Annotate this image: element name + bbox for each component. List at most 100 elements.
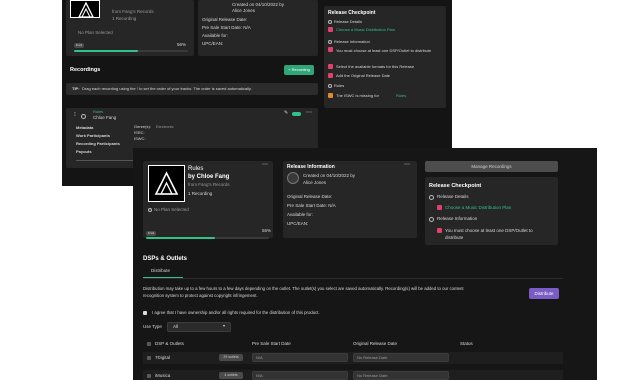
draft-badge: Draft — [146, 231, 156, 236]
more-icon[interactable]: ⋯ — [262, 162, 268, 168]
tip-text: Drag each recording using the ⁝ to set t… — [82, 86, 252, 91]
use-type-label: Use Type — [143, 324, 162, 329]
presale-date: Pre Sale Start Date: N/A — [202, 25, 251, 30]
orig-value: No Release Date — [357, 373, 388, 378]
rules-link[interactable]: Rules — [396, 94, 406, 98]
iswc-label: ISWC: — [134, 136, 146, 141]
row-checkbox[interactable] — [147, 374, 151, 378]
orig-date-warning: Add the Original Release Date — [336, 73, 391, 78]
error-icon — [437, 205, 442, 210]
tab-divider — [143, 278, 563, 279]
plan-status: No Plan Selected — [78, 30, 113, 35]
creator-name: Alice Jones — [232, 8, 256, 13]
iswc-warning: The ISWC is missing for — [336, 93, 379, 98]
outlet-name: 7Digital — [155, 355, 171, 360]
error-icon — [328, 73, 333, 78]
outlet-warning-line2: distribute — [445, 235, 464, 240]
progress-bar — [146, 237, 269, 239]
select-all-checkbox[interactable] — [147, 342, 151, 346]
error-icon — [437, 228, 442, 233]
orig-date: Original Release Date: — [202, 17, 248, 22]
check-icon — [328, 20, 332, 24]
choose-plan-link[interactable]: Choose a Music Distribution Plan — [336, 28, 395, 32]
rules-item: Rules — [334, 83, 345, 88]
release-artwork — [70, 0, 100, 18]
available-for: Available for: — [202, 33, 228, 38]
agree-text: I agree that I have ownership and/or all… — [152, 310, 320, 315]
recording-count: 1 Recording — [188, 191, 213, 196]
presale-date: Pre Sale Start Date: N/A — [287, 203, 336, 208]
check-icon — [429, 217, 434, 222]
creator-name: Alice Jones — [303, 180, 327, 185]
agree-checkbox[interactable] — [143, 311, 147, 315]
recording-count: 1 Recording — [112, 16, 137, 21]
drag-handle-icon[interactable]: ⁝ — [74, 112, 76, 118]
warning-icon — [328, 93, 333, 98]
created-text: Created on 04/10/2022 by — [232, 2, 285, 7]
toggle-switch[interactable] — [292, 112, 301, 116]
recording-artist: Chloe Fang — [93, 115, 117, 120]
outlet-warning-line1: You must choose at least one DSP/Outlet … — [445, 228, 533, 233]
checkpoint-details: Release Details — [437, 194, 469, 199]
add-recording-button[interactable]: + Recording — [284, 65, 314, 75]
metadata-tab[interactable]: Metadata — [76, 126, 93, 130]
release-label: from Fang's Records — [112, 9, 154, 14]
avatar — [287, 172, 299, 184]
checkpoint-info: Release Information — [437, 216, 478, 221]
distribution-note-line1: Distribution may take up to a few hours … — [143, 286, 464, 291]
error-icon — [328, 64, 333, 69]
choose-plan-link[interactable]: Choose a Music Distribution Plan — [445, 205, 511, 211]
presale-value: N/A — [256, 373, 263, 378]
front-window: Rules by Chloe Fang from Fang's Records … — [133, 148, 597, 380]
check-icon — [429, 195, 434, 200]
recording-participants-tab[interactable]: Recording Participants — [76, 142, 120, 146]
error-icon — [328, 27, 333, 32]
release-artist: by Chloe Fang — [188, 174, 230, 180]
draft-badge: Draft — [74, 43, 84, 48]
genre-value: Electronic — [156, 124, 174, 129]
checkpoint-info: Release Information — [334, 39, 370, 44]
play-icon[interactable] — [81, 114, 86, 119]
plan-status: No Plan Selected — [154, 207, 189, 212]
release-label: from Fang's Records — [188, 182, 230, 187]
presale-date-input[interactable] — [252, 371, 348, 380]
outlet-count-badge[interactable]: 29 outlets — [219, 354, 243, 361]
orig-date: Original Release Date: — [287, 194, 333, 199]
work-participants-tab[interactable]: Work Participants — [76, 134, 110, 138]
col-outlet: DSP & Outlets — [155, 341, 184, 346]
more-icon[interactable]: ⋯ — [404, 162, 410, 168]
available-for: Available for: — [287, 212, 313, 217]
release-title: Rules — [188, 166, 204, 172]
orig-value: No Release Date — [357, 355, 388, 360]
recording-title[interactable]: Rules — [93, 110, 103, 114]
check-icon — [328, 84, 332, 88]
use-type-value: All — [173, 324, 179, 329]
distribution-note-line2: recognition system to protect against co… — [143, 293, 258, 298]
info-title: Release Information — [287, 164, 335, 170]
row-checkbox[interactable] — [147, 356, 151, 360]
outlet-name: iMusica — [155, 373, 171, 378]
distribute-tab[interactable]: Distribute — [151, 268, 170, 274]
upc-label: UPC/EAN: — [202, 41, 224, 46]
isrc-label: ISRC: — [134, 130, 145, 135]
payouts-tab[interactable]: Payouts — [76, 150, 92, 154]
checkpoint-details: Release Details — [334, 19, 363, 24]
chevron-down-icon: ▾ — [223, 323, 226, 328]
manage-recordings-button[interactable]: Manage Recordings — [425, 161, 558, 172]
created-text: Created on 04/10/2022 by — [303, 173, 356, 178]
recordings-title: Recordings — [70, 67, 101, 73]
formats-warning: Select the available formats for this Re… — [336, 64, 415, 69]
genre-label: Genre(s): — [134, 124, 151, 129]
distribute-button[interactable]: Distribute — [529, 288, 559, 299]
more-icon[interactable]: ⋯ — [306, 110, 312, 116]
checkpoint-title: Release Checkpoint — [429, 183, 482, 189]
presale-date-input[interactable] — [252, 353, 348, 362]
outlet-count-badge[interactable]: 4 outlets — [219, 372, 243, 379]
upc-label: UPC/EAN: — [287, 221, 309, 226]
dsps-title: DSPs & Outlets — [143, 256, 188, 262]
col-orig: Original Release Date — [353, 341, 398, 346]
progress-bar — [74, 50, 188, 52]
edit-icon[interactable]: ✎ — [284, 111, 288, 116]
presale-value: N/A — [256, 355, 263, 360]
outlet-warning: You must choose at least one DSP/Outlet … — [336, 48, 432, 53]
